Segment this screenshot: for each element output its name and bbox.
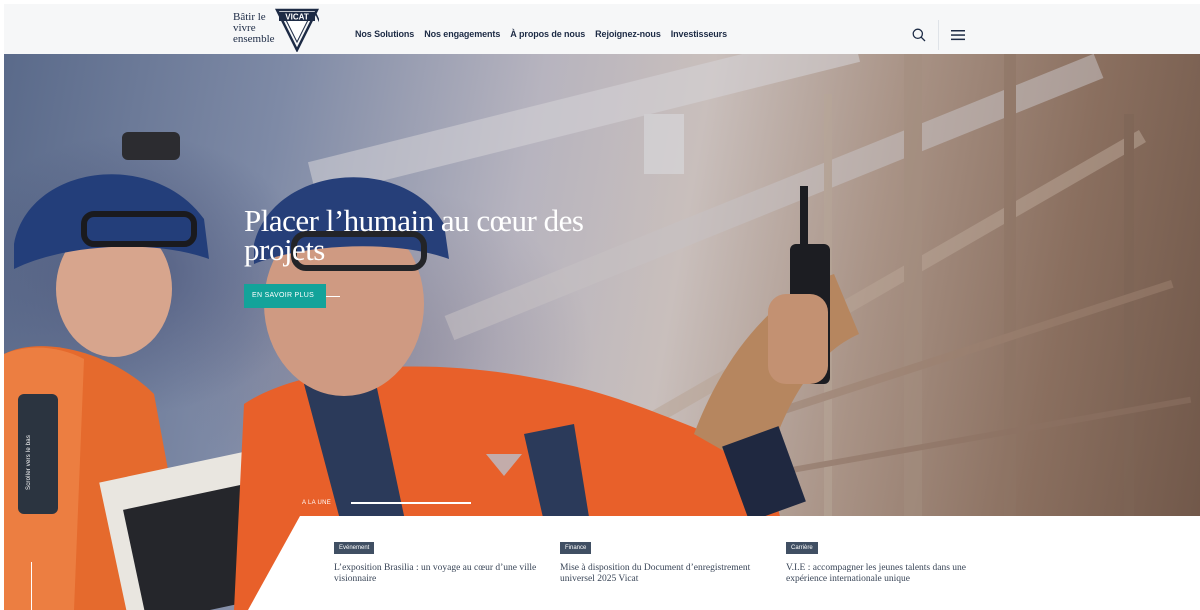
news-list: Evénement L’exposition Brasilia : un voy…: [334, 536, 1012, 585]
search-button[interactable]: [904, 20, 934, 50]
logo-tagline: Bâtir le vivre ensemble: [233, 11, 275, 45]
header-actions: [904, 18, 973, 52]
news-kicker: A LA UNE: [302, 500, 472, 506]
news-title: Mise à disposition du Document d’enregis…: [560, 563, 751, 584]
nav-item-investors[interactable]: Investisseurs: [671, 29, 727, 39]
news-card-brasilia[interactable]: Evénement L’exposition Brasilia : un voy…: [334, 536, 560, 585]
main-nav: Nos Solutions Nos engagements À propos d…: [355, 29, 727, 39]
hero-photo: [4, 54, 1192, 610]
search-icon: [912, 28, 926, 42]
hero-section: Placer l’humain au cœur des projets EN S…: [4, 54, 1200, 610]
header-divider: [938, 20, 939, 50]
vicat-logo[interactable]: Bâtir le vivre ensemble VICAT: [233, 6, 333, 54]
news-category-badge: Carrière: [786, 542, 818, 554]
hero-title: Placer l’humain au cœur des projets: [244, 203, 584, 267]
nav-item-solutions[interactable]: Nos Solutions: [355, 29, 414, 39]
news-kicker-label: A LA UNE: [302, 500, 332, 506]
svg-text:VICAT: VICAT: [285, 13, 309, 22]
cta-line: [326, 295, 341, 297]
menu-icon: [951, 30, 965, 41]
news-category-badge: Finance: [560, 542, 592, 554]
vicat-logo-mark: VICAT: [275, 8, 319, 52]
news-title: L’exposition Brasilia : un voyage au cœu…: [334, 563, 537, 584]
header-bar: Bâtir le vivre ensemble VICAT Nos Soluti…: [4, 4, 1200, 54]
news-title: V.I.E : accompagner les jeunes talents d…: [786, 563, 967, 584]
nav-item-careers[interactable]: Rejoignez-nous: [595, 29, 661, 39]
news-card-career[interactable]: Carrière V.I.E : accompagner les jeunes …: [786, 536, 1012, 585]
learn-more-label: EN SAVOIR PLUS: [244, 284, 327, 308]
site-header: Bâtir le vivre ensemble VICAT Nos Soluti…: [0, 0, 1200, 54]
scroll-down-line: [31, 562, 32, 610]
nav-item-engagements[interactable]: Nos engagements: [424, 29, 500, 39]
nav-item-about[interactable]: À propos de nous: [510, 29, 585, 39]
menu-button[interactable]: [943, 20, 973, 50]
news-card-finance[interactable]: Finance Mise à disposition du Document d…: [560, 536, 786, 585]
learn-more-button[interactable]: EN SAVOIR PLUS: [244, 284, 341, 308]
scroll-down-label[interactable]: Scroller vers le bas: [26, 435, 32, 490]
news-kicker-line: [351, 502, 472, 504]
news-category-badge: Evénement: [334, 542, 375, 554]
